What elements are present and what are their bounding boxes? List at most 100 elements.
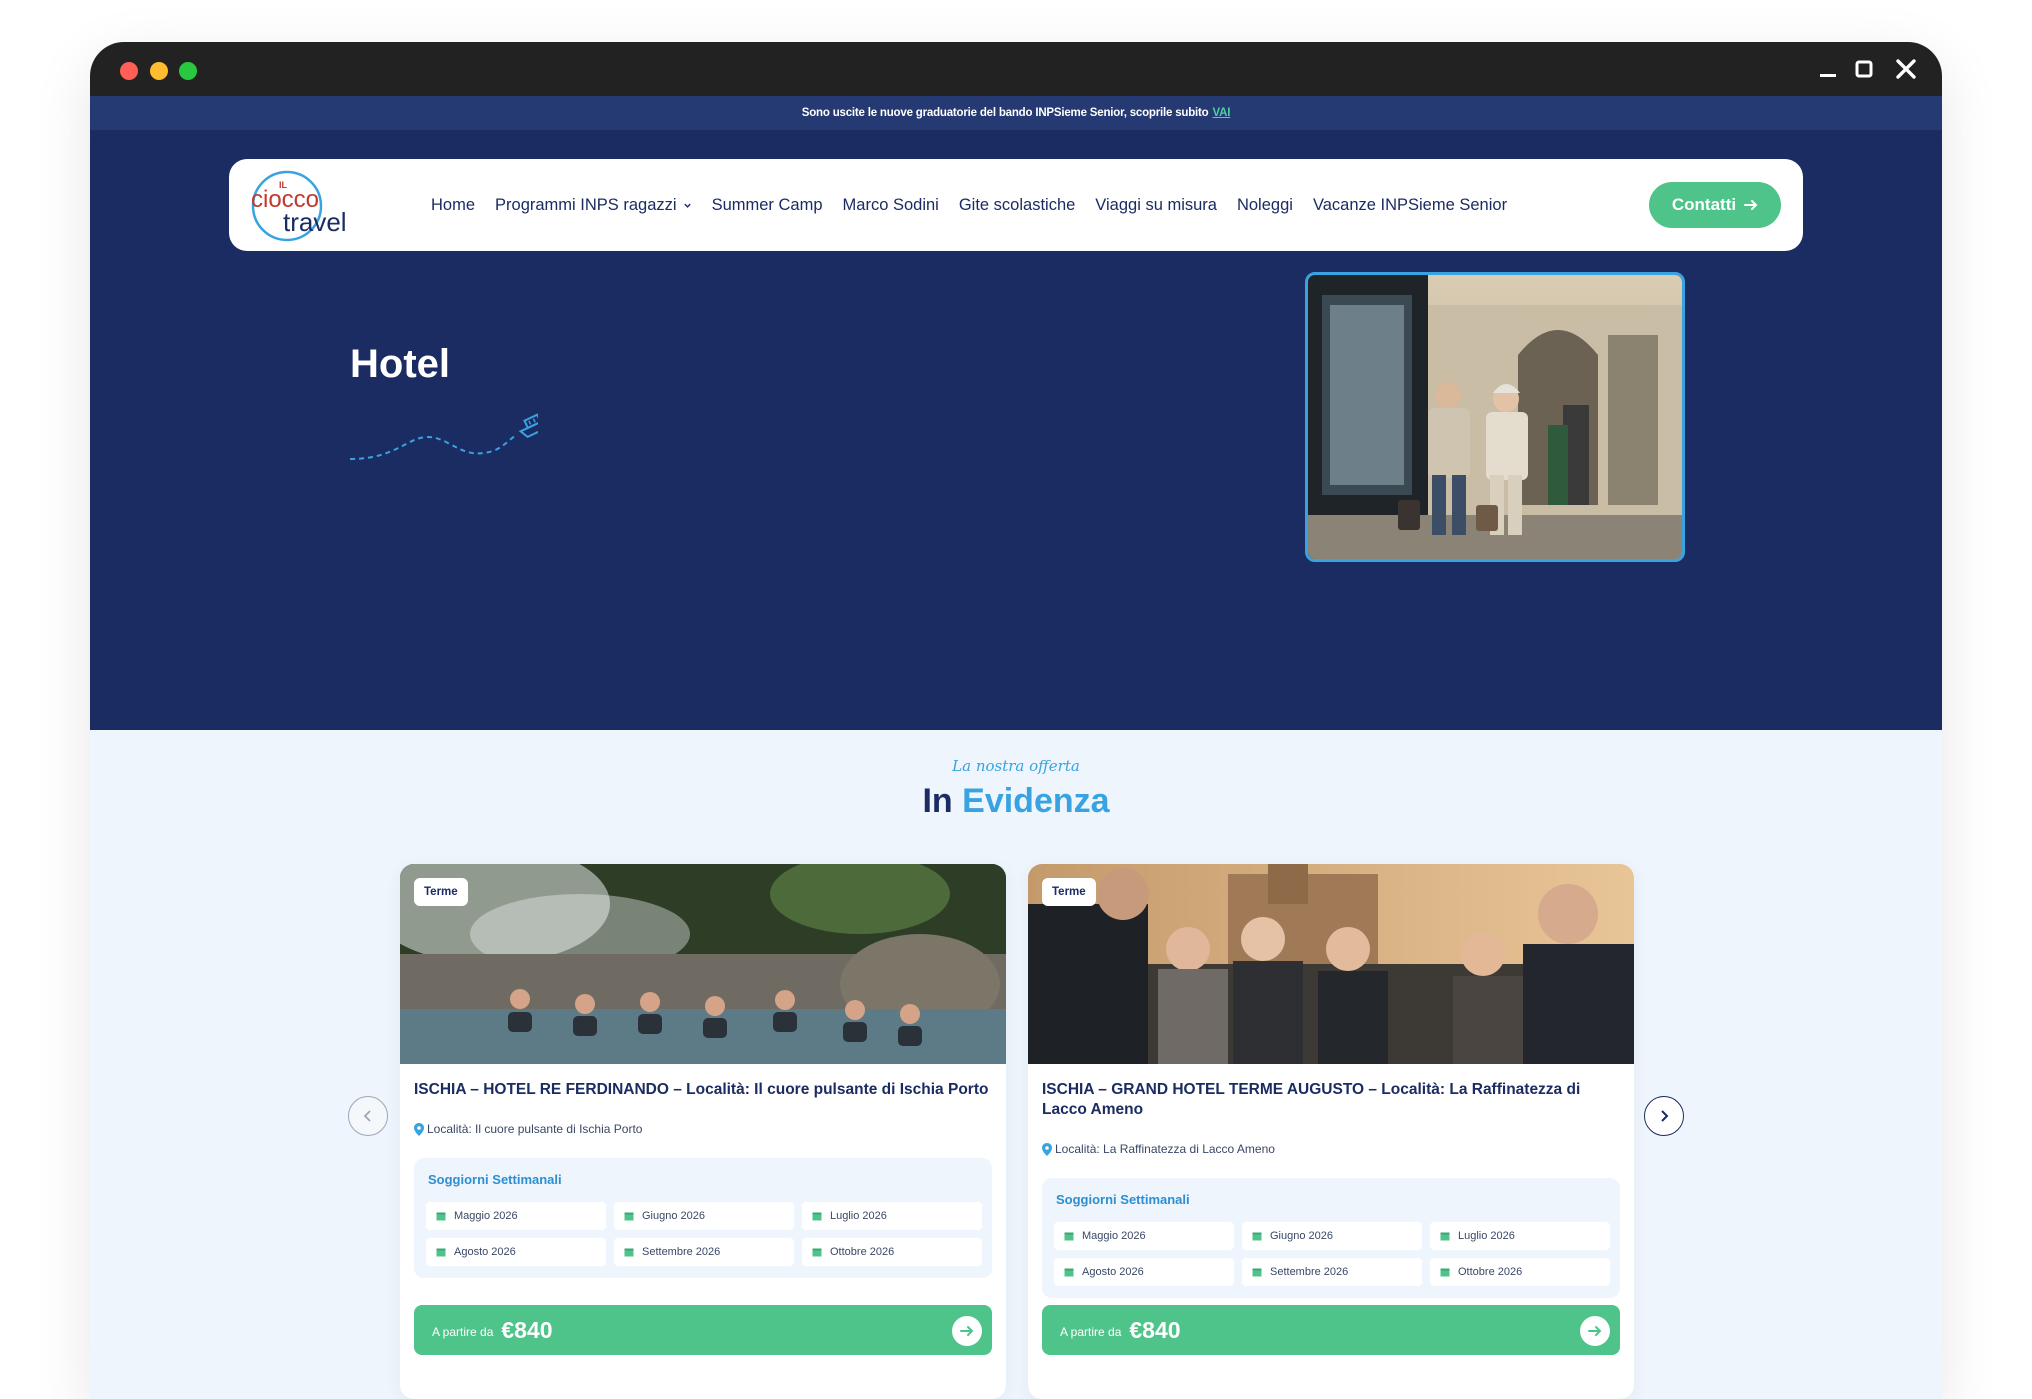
brand-logo[interactable]: IL ciocco travel [249,169,353,243]
nav-viaggi-su-misura[interactable]: Viaggi su misura [1095,196,1217,215]
weekly-stays-label: Soggiorni Settimanali [1056,1192,1190,1207]
nav-programmi-inps-ragazzi[interactable]: Programmi INPS ragazzi [495,196,692,215]
card-location-text: Località: Il cuore pulsante di Ischia Po… [427,1122,643,1136]
nav-summer-camp[interactable]: Summer Camp [712,196,823,215]
month-chip[interactable]: Agosto 2026 [426,1238,606,1266]
category-badge: Terme [1042,878,1096,906]
month-label: Ottobre 2026 [1458,1266,1523,1278]
month-label: Settembre 2026 [1270,1266,1349,1278]
month-label: Giugno 2026 [642,1210,705,1222]
months-grid: Maggio 2026 Giugno 2026 Luglio 2026 Agos… [1054,1222,1610,1286]
nav-menu: Home Programmi INPS ragazzi Summer Camp … [431,159,1507,251]
section-title: In Evidenza [90,782,1942,821]
card-title[interactable]: ISCHIA – GRAND HOTEL TERME AUGUSTO – Loc… [1042,1080,1620,1120]
months-grid: Maggio 2026 Giugno 2026 Luglio 2026 Agos… [426,1202,982,1266]
zoom-dot[interactable] [179,62,197,80]
calendar-icon [436,1248,446,1257]
maximize-icon[interactable] [1850,55,1878,83]
section-title-part2: Evidenza [962,782,1110,820]
price-button[interactable]: A partire da €840 [1042,1305,1620,1355]
chevron-left-icon [363,1110,371,1122]
location-pin-icon [414,1122,424,1136]
announcement-link[interactable]: VAI [1213,107,1231,119]
boat-icon [349,413,538,460]
calendar-icon [436,1212,446,1221]
card-location-text: Località: La Raffinatezza di Lacco Ameno [1055,1142,1275,1156]
card-location: Località: Il cuore pulsante di Ischia Po… [414,1122,642,1136]
calendar-icon [1252,1268,1262,1277]
month-label: Maggio 2026 [1082,1230,1146,1242]
month-label: Agosto 2026 [454,1246,516,1258]
arrow-right-icon[interactable] [1580,1316,1610,1346]
weekly-stays-box: Soggiorni Settimanali Maggio 2026 Giugno… [414,1158,992,1278]
nav-programmi-label: Programmi INPS ragazzi [495,195,677,214]
calendar-icon [1064,1232,1074,1241]
nav-vacanze-inpsieme-senior[interactable]: Vacanze INPSieme Senior [1313,196,1507,215]
svg-text:travel: travel [283,207,347,237]
weekly-stays-label: Soggiorni Settimanali [428,1172,562,1187]
browser-window: Sono uscite le nuove graduatorie del ban… [90,42,1942,1399]
announcement-bar: Sono uscite le nuove graduatorie del ban… [90,96,1942,130]
calendar-icon [1064,1268,1074,1277]
month-chip[interactable]: Settembre 2026 [614,1238,794,1266]
month-label: Agosto 2026 [1082,1266,1144,1278]
month-chip[interactable]: Ottobre 2026 [1430,1258,1610,1286]
month-chip[interactable]: Giugno 2026 [614,1202,794,1230]
month-label: Luglio 2026 [830,1210,887,1222]
price-value: €840 [501,1316,553,1343]
hero-wave-divider [90,622,1942,742]
calendar-icon [624,1212,634,1221]
contact-button[interactable]: Contatti [1649,182,1781,228]
chevron-right-icon [1661,1110,1669,1122]
card-title[interactable]: ISCHIA – HOTEL RE FERDINANDO – Località:… [414,1080,992,1100]
month-label: Luglio 2026 [1458,1230,1515,1242]
month-chip[interactable]: Settembre 2026 [1242,1258,1422,1286]
month-label: Ottobre 2026 [830,1246,895,1258]
arrow-right-icon [1744,200,1758,210]
month-chip[interactable]: Agosto 2026 [1054,1258,1234,1286]
minimize-dot[interactable] [150,62,168,80]
price-from-label: A partire da [432,1325,494,1339]
card-location: Località: La Raffinatezza di Lacco Ameno [1042,1142,1275,1156]
price-button[interactable]: A partire da €840 [414,1305,992,1355]
card-image [400,864,1006,1064]
card-image [1028,864,1634,1064]
offer-card[interactable]: Terme ISCHIA – HOTEL RE FERDINANDO – Loc… [400,864,1006,1399]
price-from-label: A partire da [1060,1325,1122,1339]
month-chip[interactable]: Maggio 2026 [426,1202,606,1230]
calendar-icon [624,1248,634,1257]
month-chip[interactable]: Ottobre 2026 [802,1238,982,1266]
main-navbar: IL ciocco travel Home Programmi INPS rag… [229,159,1803,251]
price-value: €840 [1129,1316,1181,1343]
close-icon[interactable] [1892,55,1920,83]
month-label: Giugno 2026 [1270,1230,1333,1242]
window-titlebar [90,42,1942,96]
category-badge: Terme [414,878,468,906]
section-title-part1: In [922,782,953,820]
announcement-text: Sono uscite le nuove graduatorie del ban… [801,107,1209,119]
nav-noleggi[interactable]: Noleggi [1237,196,1293,215]
month-chip[interactable]: Giugno 2026 [1242,1222,1422,1250]
carousel-next-button[interactable] [1644,1096,1684,1136]
calendar-icon [1440,1232,1450,1241]
chevron-down-icon [683,203,691,208]
minimize-icon[interactable] [1814,55,1842,83]
month-label: Settembre 2026 [642,1246,721,1258]
arrow-right-icon[interactable] [952,1316,982,1346]
month-chip[interactable]: Luglio 2026 [802,1202,982,1230]
calendar-icon [812,1248,822,1257]
section-kicker: La nostra offerta [952,757,1080,775]
nav-home[interactable]: Home [431,196,475,215]
month-chip[interactable]: Maggio 2026 [1054,1222,1234,1250]
weekly-stays-box: Soggiorni Settimanali Maggio 2026 Giugno… [1042,1178,1620,1298]
page-title: Hotel [350,342,450,386]
nav-marco-sodini[interactable]: Marco Sodini [843,196,939,215]
close-dot[interactable] [120,62,138,80]
carousel-prev-button[interactable] [348,1096,388,1136]
month-chip[interactable]: Luglio 2026 [1430,1222,1610,1250]
calendar-icon [812,1212,822,1221]
offer-card[interactable]: Terme ISCHIA – GRAND HOTEL TERME AUGUSTO… [1028,864,1634,1399]
calendar-icon [1252,1232,1262,1241]
nav-gite-scolastiche[interactable]: Gite scolastiche [959,196,1075,215]
hero-image [1305,272,1685,562]
